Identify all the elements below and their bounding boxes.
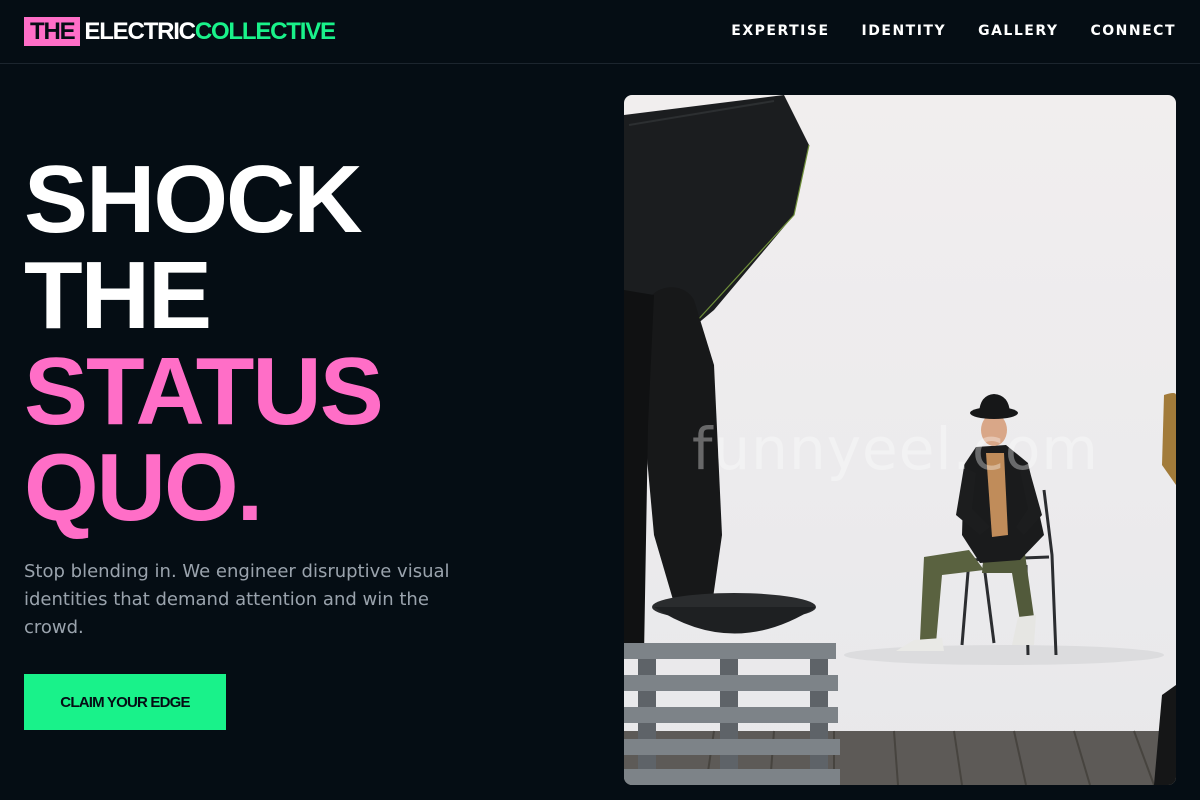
brand-logo[interactable]: THE ELECTRIC COLLECTIVE (24, 17, 336, 46)
hero-subtext: Stop blending in. We engineer disruptive… (24, 561, 450, 638)
nav-link-identity[interactable]: IDENTITY (862, 21, 947, 41)
image-watermark: funnyeel.com (692, 415, 1099, 483)
claim-your-edge-button[interactable]: CLAIM YOUR EDGE (24, 674, 226, 730)
logo-collective: COLLECTIVE (194, 17, 336, 45)
nav-link-gallery[interactable]: GALLERY (978, 21, 1058, 41)
headline-line-2: THE (24, 242, 212, 349)
nav-link-expertise[interactable]: EXPERTISE (731, 21, 829, 41)
nav-link-connect[interactable]: CONNECT (1091, 21, 1177, 41)
main-nav: EXPERTISE IDENTITY GALLERY CONNECT (731, 21, 1176, 41)
logo-electric: ELECTRIC (84, 17, 196, 45)
logo-the: THE (24, 17, 81, 46)
headline-line-1: SHOCK (24, 146, 363, 253)
hero-headline: SHOCK THE STATUS QUO. (24, 146, 384, 541)
headline-line-4: QUO. (24, 434, 263, 541)
top-navigation-bar: THE ELECTRIC COLLECTIVE EXPERTISE IDENTI… (0, 0, 1200, 64)
headline-line-3: STATUS (24, 338, 384, 445)
hero-photo: funnyeel.com (624, 95, 1176, 785)
